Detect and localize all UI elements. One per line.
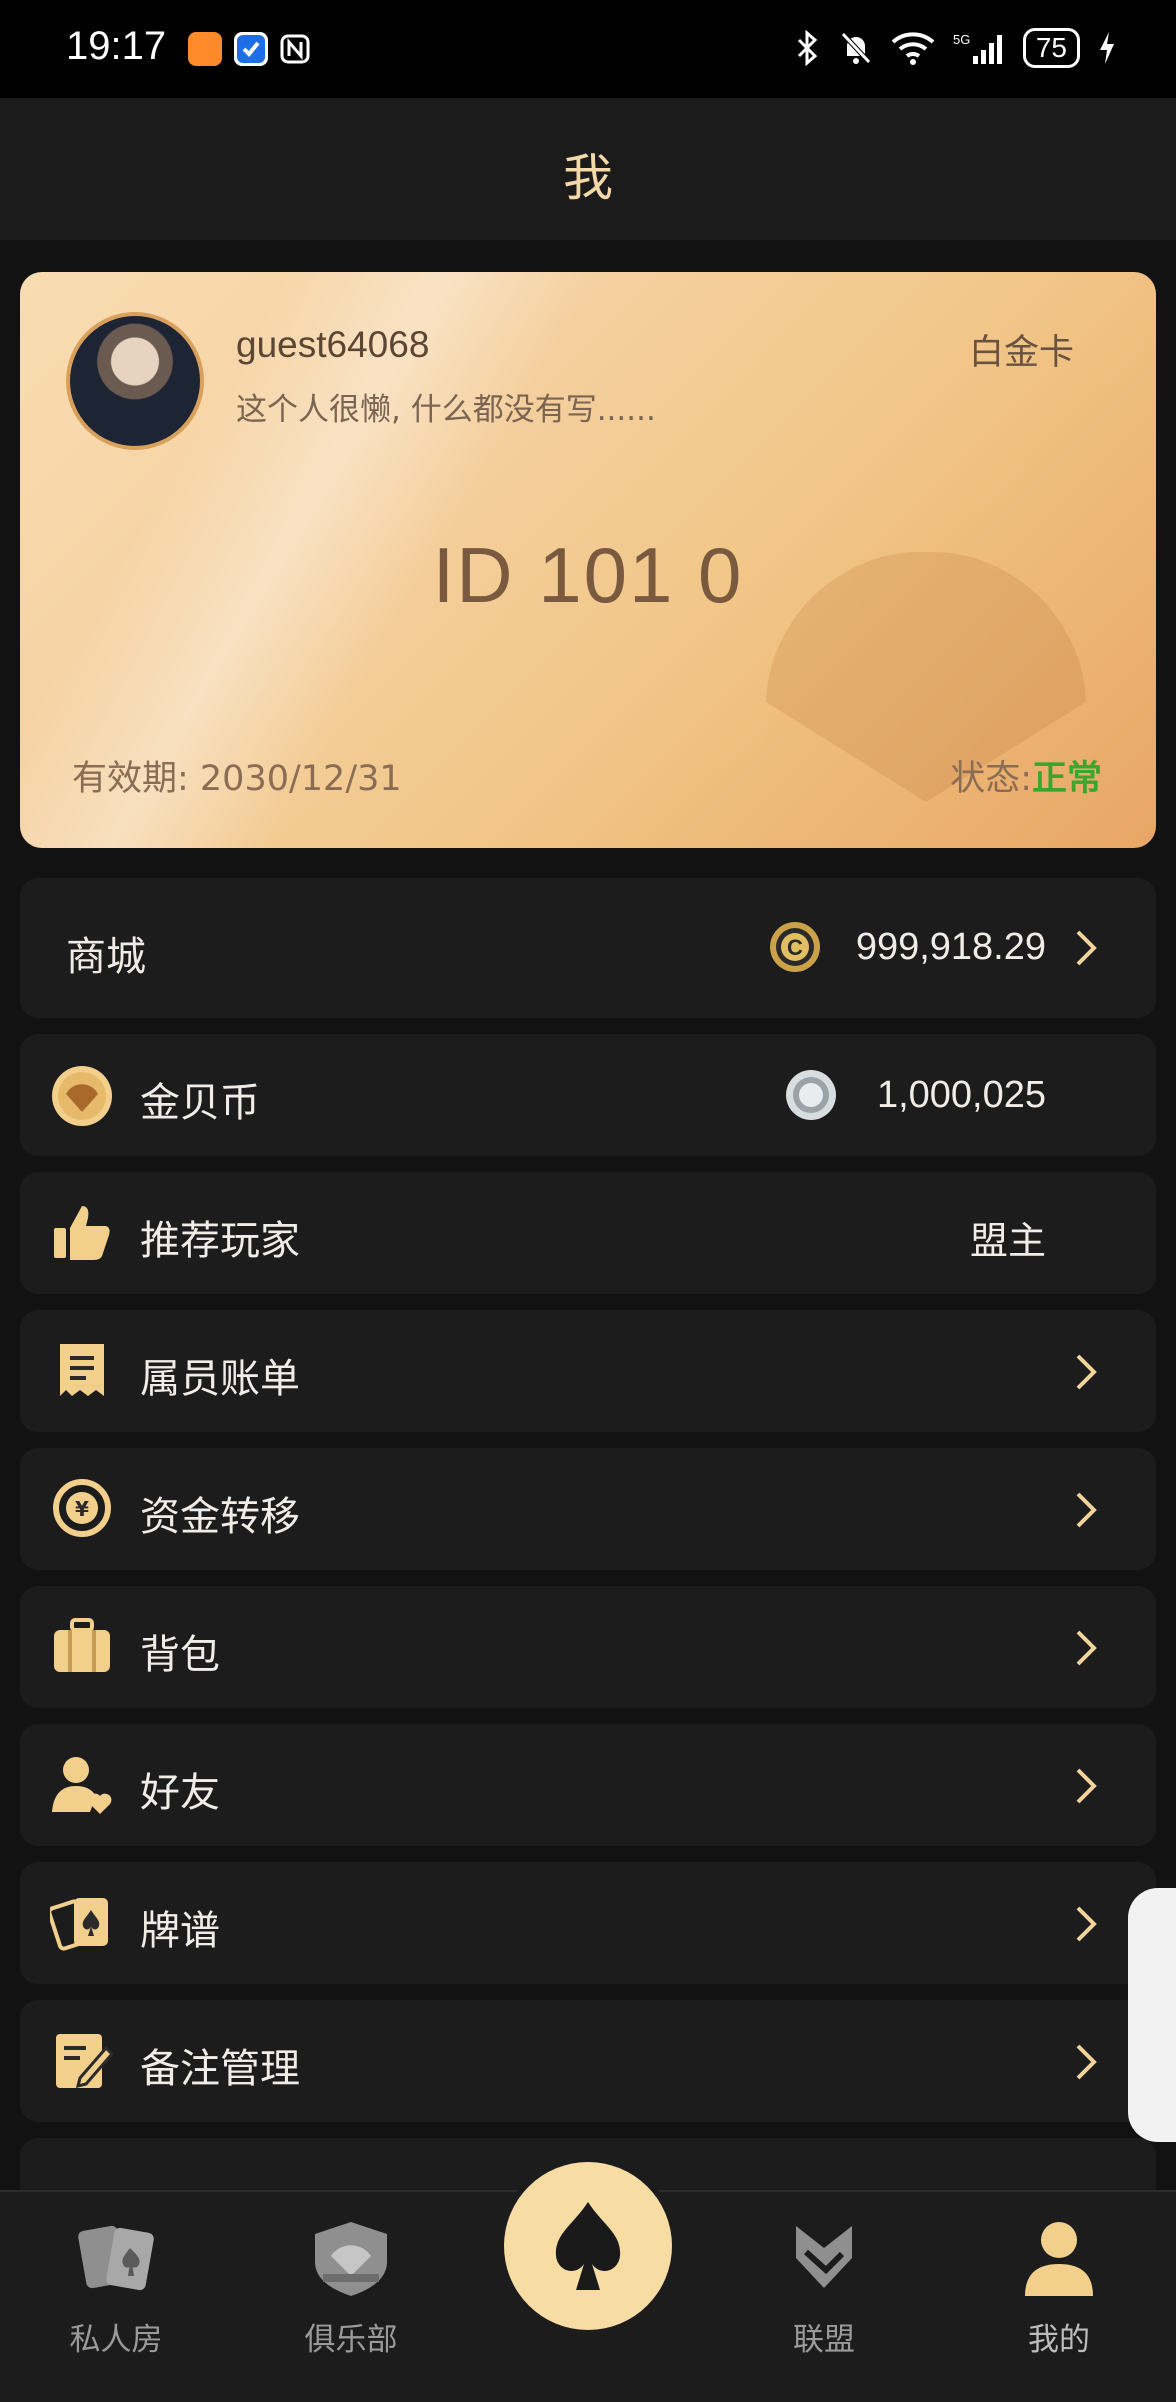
playing-card-icon	[50, 1898, 108, 1951]
menu-item-mall[interactable]: 商城 C 999,918.29	[20, 878, 1156, 1018]
briefcase-icon	[54, 1618, 110, 1672]
page-title: 我	[563, 149, 613, 207]
svg-text:5G: 5G	[953, 32, 970, 47]
tab-label: 私人房	[69, 2322, 163, 2358]
menu-item-label: 背包	[140, 1632, 220, 1678]
battery-indicator: 75	[1022, 28, 1080, 68]
tab-alliance[interactable]: 联盟	[744, 2218, 904, 2359]
status-value: 正常	[1031, 759, 1102, 799]
bluetooth-icon	[797, 30, 818, 66]
avatar[interactable]	[66, 312, 204, 450]
chevron-right-icon	[1072, 1350, 1100, 1394]
user-icon	[1025, 2222, 1093, 2296]
silver-coin-icon	[786, 1070, 836, 1120]
signal-5g-icon: 5G	[953, 32, 1002, 64]
chevron-right-icon	[1072, 1764, 1100, 1808]
menu-item-label: 牌谱	[140, 1908, 220, 1954]
menu-item-label: 推荐玩家	[140, 1218, 300, 1264]
tab-label: 俱乐部	[304, 2322, 398, 2358]
status-label: 状态:	[950, 759, 1032, 799]
alliance-handshake-icon	[796, 2226, 852, 2288]
tab-private-room[interactable]: 私人房	[36, 2218, 196, 2359]
tab-label: 我的	[1028, 2322, 1090, 2358]
cards-icon	[78, 2225, 154, 2291]
svg-text:C: C	[787, 935, 803, 960]
mute-bell-icon	[841, 32, 871, 64]
tab-club[interactable]: 俱乐部	[271, 2218, 431, 2359]
username: guest64068	[236, 324, 430, 365]
status-time: 19:17	[66, 24, 167, 68]
bill-icon	[60, 1344, 104, 1396]
menu-item-coins[interactable]: 金贝币 1,000,025	[20, 1034, 1156, 1156]
edit-note-icon	[56, 2034, 114, 2089]
menu-item-hand-history[interactable]: 牌谱	[20, 1862, 1156, 1984]
chevron-right-icon	[1072, 1626, 1100, 1670]
card-expiry: 有效期: 2030/12/31	[72, 759, 402, 799]
club-shield-icon	[315, 2222, 387, 2296]
spade-icon	[555, 2202, 621, 2290]
card-tier-label: 白金卡	[968, 333, 1074, 373]
shell-coin-icon	[52, 1066, 112, 1126]
coin-balance: 1,000,025	[876, 1074, 1046, 1116]
charging-icon	[1100, 32, 1114, 64]
menu-item-label: 金贝币	[140, 1080, 260, 1126]
yen-transfer-icon: ¥	[53, 1479, 111, 1537]
chip-coin-icon: C	[770, 922, 820, 972]
svg-text:¥: ¥	[75, 1497, 89, 1521]
nfc-icon	[278, 32, 312, 66]
menu-item-label: 备注管理	[140, 2046, 300, 2092]
menu-item-recommend[interactable]: 推荐玩家 盟主	[20, 1172, 1156, 1294]
status-bar: 19:17 5G 75	[0, 0, 1176, 98]
menu-item-label: 资金转移	[140, 1494, 300, 1540]
page-header: 我	[0, 98, 1176, 240]
recommend-role: 盟主	[969, 1221, 1046, 1263]
mall-balance: 999,918.29	[855, 926, 1046, 968]
membership-card[interactable]: guest64068 这个人很懒, 什么都没有写...... 白金卡 ID 10…	[20, 272, 1156, 848]
friend-heart-icon	[52, 1757, 112, 1814]
tab-mine[interactable]: 我的	[979, 2218, 1139, 2359]
menu-item-fund-transfer[interactable]: ¥ 资金转移	[20, 1448, 1156, 1570]
thumbs-up-icon	[54, 1206, 110, 1260]
menu-item-label: 好友	[140, 1770, 220, 1816]
menu-item-label: 属员账单	[140, 1356, 300, 1402]
app-notification-icon	[188, 32, 222, 66]
menu-item-notes[interactable]: 备注管理	[20, 2000, 1156, 2122]
menu-item-member-bill[interactable]: 属员账单	[20, 1310, 1156, 1432]
user-bio: 这个人很懒, 什么都没有写......	[236, 392, 656, 428]
chevron-right-icon	[1072, 1902, 1100, 1946]
chevron-right-icon	[1072, 2040, 1100, 2084]
user-id: ID 101 0	[432, 531, 744, 619]
menu-item-bag[interactable]: 背包	[20, 1586, 1156, 1708]
menu-item-friends[interactable]: 好友	[20, 1724, 1156, 1846]
tab-label: 联盟	[793, 2322, 855, 2358]
floating-side-handle[interactable]	[1128, 1888, 1176, 2142]
chevron-right-icon	[1072, 926, 1100, 970]
center-play-button[interactable]	[504, 2162, 672, 2330]
card-status: 状态:正常	[950, 750, 1102, 801]
menu-item-label: 商城	[66, 934, 146, 980]
app-notification-icon	[234, 32, 268, 66]
wifi-icon	[891, 32, 935, 65]
chevron-right-icon	[1072, 1488, 1100, 1532]
